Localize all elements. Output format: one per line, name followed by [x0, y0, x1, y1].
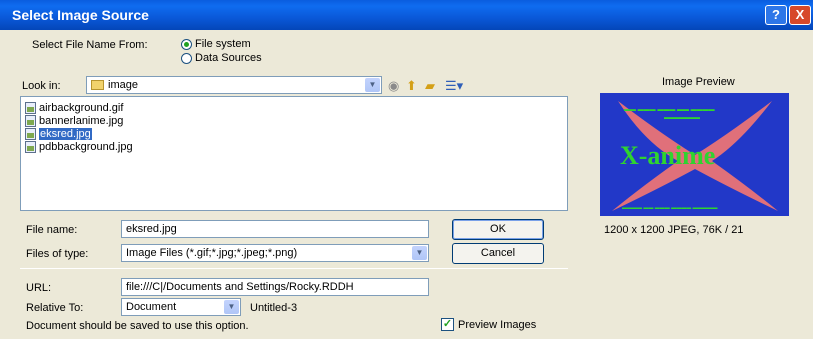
file-name-label: File name:	[26, 224, 78, 236]
file-item-airbackground[interactable]: airbackground.gif	[25, 102, 123, 115]
title-bar[interactable]: Select Image Source ? X	[0, 0, 813, 30]
look-in-value: image	[108, 79, 138, 91]
relative-to-select[interactable]: Document ▼	[121, 298, 241, 316]
select-from-label: Select File Name From:	[32, 39, 148, 51]
folder-icon	[91, 80, 104, 91]
close-button[interactable]: X	[789, 5, 811, 25]
preview-logo-text: X-anime	[620, 141, 716, 170]
file-name-input[interactable]: eksred.jpg	[121, 220, 429, 238]
preview-images-checkbox[interactable]: ✓	[441, 318, 454, 331]
chevron-down-icon[interactable]: ▼	[365, 78, 380, 92]
file-item-pdbbackground[interactable]: pdbbackground.jpg	[25, 141, 133, 154]
up-folder-icon[interactable]: ⬆	[406, 79, 417, 93]
help-button[interactable]: ?	[765, 5, 787, 25]
look-in-select[interactable]: image ▼	[86, 76, 382, 94]
preview-images-label[interactable]: Preview Images	[458, 319, 536, 331]
image-preview: ▬▬ ▬▬▬ ▬▬▬ ▬▬ ▬▬▬▬ ▬▬▬▬▬▬ ▬▬▬▬ ▬▬ ▬▬▬ ▬▬…	[600, 93, 789, 216]
url-input[interactable]: file:///C|/Documents and Settings/Rocky.…	[121, 278, 429, 296]
url-label: URL:	[26, 282, 52, 294]
svg-text:▬▬ ▬▬▬ ▬▬▬ ▬▬ ▬▬▬▬: ▬▬ ▬▬▬ ▬▬▬ ▬▬ ▬▬▬▬	[624, 107, 715, 113]
svg-text:▬▬▬▬ ▬▬ ▬▬▬ ▬▬▬▬ ▬▬▬▬▬: ▬▬▬▬ ▬▬ ▬▬▬ ▬▬▬▬ ▬▬▬▬▬	[622, 205, 718, 211]
file-item-eksred[interactable]: eksred.jpg	[25, 128, 92, 141]
image-file-icon	[25, 115, 36, 128]
relative-to-label: Relative To:	[26, 302, 84, 314]
chevron-down-icon[interactable]: ▼	[412, 246, 427, 260]
file-item-bannerlanime[interactable]: bannerlanime.jpg	[25, 115, 123, 128]
save-note: Document should be saved to use this opt…	[26, 320, 249, 332]
image-file-icon	[25, 128, 36, 141]
select-image-source-dialog: Select Image Source ? X Select File Name…	[0, 0, 813, 339]
divider	[20, 268, 568, 269]
svg-text:▬▬▬▬▬▬: ▬▬▬▬▬▬	[664, 115, 700, 121]
radio-data-sources[interactable]	[181, 53, 192, 64]
cancel-button[interactable]: Cancel	[452, 243, 544, 264]
view-menu-icon[interactable]: ☰▾	[445, 79, 463, 93]
files-of-type-select[interactable]: Image Files (*.gif;*.jpg;*.jpeg;*.png) ▼	[121, 244, 429, 262]
image-file-icon	[25, 141, 36, 154]
image-preview-heading: Image Preview	[662, 76, 735, 88]
image-info: 1200 x 1200 JPEG, 76K / 21	[604, 224, 744, 236]
document-name: Untitled-3	[250, 302, 298, 314]
chevron-down-icon[interactable]: ▼	[224, 300, 239, 314]
image-file-icon	[25, 102, 36, 115]
look-in-label: Look in:	[22, 80, 61, 92]
radio-file-system-label[interactable]: File system	[195, 38, 251, 50]
radio-file-system[interactable]	[181, 39, 192, 50]
file-list[interactable]: airbackground.gif bannerlanime.jpg eksre…	[20, 96, 568, 211]
new-folder-icon[interactable]: ▰	[425, 79, 435, 93]
dialog-title: Select Image Source	[12, 7, 149, 23]
radio-data-sources-label[interactable]: Data Sources	[195, 52, 262, 64]
files-of-type-label: Files of type:	[26, 248, 89, 260]
ok-button[interactable]: OK	[452, 219, 544, 240]
back-icon[interactable]: ◉	[388, 79, 399, 93]
